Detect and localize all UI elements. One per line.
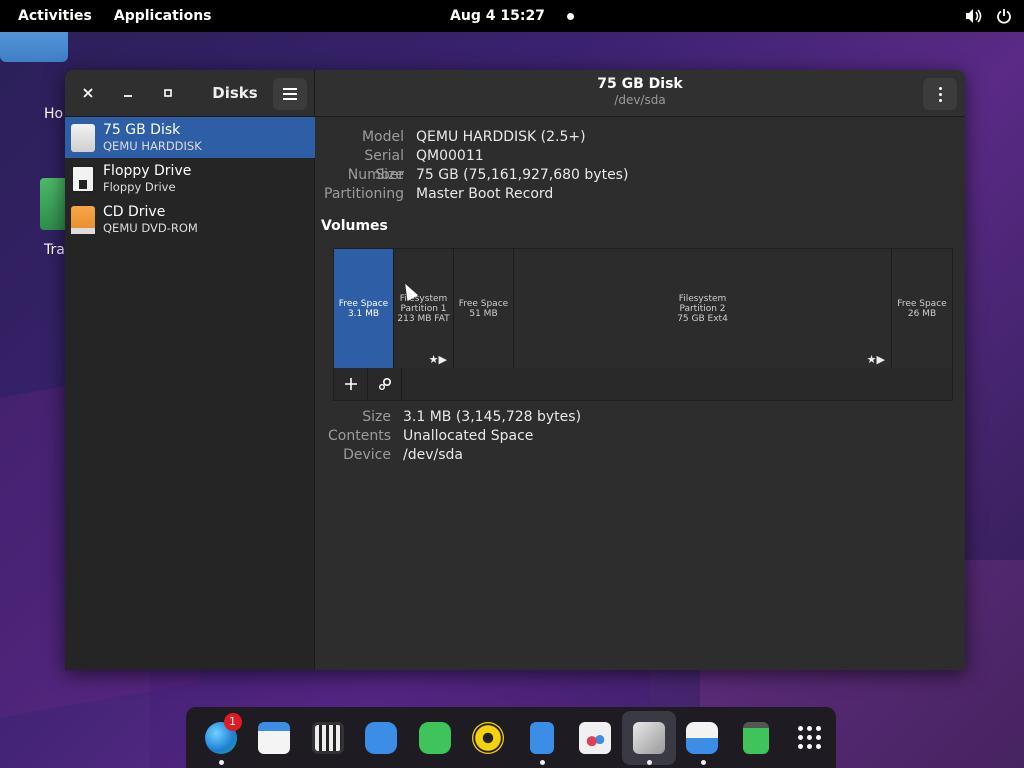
- notification-dot-icon: [566, 12, 574, 20]
- music-disc-icon: [472, 721, 505, 754]
- dock-extensions[interactable]: [355, 711, 409, 765]
- puzzle-blue-icon: [365, 721, 398, 754]
- minimize-button[interactable]: [112, 77, 144, 109]
- maximize-button[interactable]: [152, 77, 184, 109]
- close-icon: [83, 88, 93, 98]
- device-model: Floppy Drive: [103, 180, 176, 194]
- volume-toolbar: [333, 368, 953, 401]
- volume-properties: Size 3.1 MB (3,145,728 bytes) Contents Una…: [315, 408, 581, 465]
- dock-music[interactable]: [462, 711, 516, 765]
- dock-calendar[interactable]: [248, 711, 302, 765]
- dock-software[interactable]: [569, 711, 623, 765]
- mounted-star-play-icon: ★▶: [866, 353, 885, 366]
- running-indicator-icon: [647, 759, 652, 765]
- volume-segment-free-space[interactable]: Free Space 3.1 MB: [334, 249, 394, 369]
- volume-map: Free Space 3.1 MB Filesystem Partition 1…: [333, 248, 953, 369]
- maximize-icon: [164, 89, 172, 97]
- floppy-icon: [71, 164, 95, 193]
- running-indicator-icon: [700, 759, 706, 765]
- usb-icon: [686, 721, 719, 754]
- property-row: Model QEMU HARDDISK (2.5+): [361, 129, 586, 145]
- device-name: 75 GB Disk: [103, 122, 181, 138]
- volume-icon[interactable]: [964, 8, 982, 24]
- shopping-bag-icon: [579, 721, 612, 754]
- dock-usb-creator[interactable]: [676, 711, 730, 765]
- mounted-star-play-icon: ★▶: [428, 353, 447, 366]
- volume-segment-free-space[interactable]: Free Space 26 MB: [892, 249, 952, 369]
- hamburger-menu-button[interactable]: [273, 78, 307, 110]
- device-item-floppy-drive[interactable]: Floppy Drive Floppy Drive: [65, 158, 315, 199]
- close-button[interactable]: [72, 77, 104, 109]
- clock[interactable]: Aug 4 15:27: [450, 8, 545, 24]
- cd-drive-icon: [71, 205, 95, 234]
- document-icon: [529, 721, 554, 754]
- drive-options-button[interactable]: [923, 78, 957, 110]
- property-row: Size 3.1 MB (3,145,728 bytes): [362, 409, 582, 425]
- top-bar: Activities Applications Aug 4 15:27: [0, 0, 1024, 32]
- minimize-icon: [124, 95, 132, 97]
- volume-segment-free-space[interactable]: Free Space 51 MB: [454, 249, 514, 369]
- device-list: 75 GB Disk QEMU HARDDISK Floppy Drive Fl…: [65, 117, 315, 240]
- disk-details: 75 GB Disk /dev/sda Model QEMU HARDDISK (…: [315, 70, 965, 670]
- device-item-cd-drive[interactable]: CD Drive QEMU DVD-ROM: [65, 199, 315, 240]
- dock-trash[interactable]: [729, 711, 783, 765]
- device-name: CD Drive: [103, 204, 166, 220]
- trash-label[interactable]: Tra: [44, 242, 65, 258]
- puzzle-green-icon: [418, 721, 451, 754]
- create-partition-button[interactable]: [334, 368, 368, 400]
- disk-device-path: /dev/sda: [614, 93, 666, 107]
- property-row: Size 75 GB (75,161,927,680 bytes): [375, 167, 629, 183]
- device-item-75gb-disk[interactable]: 75 GB Disk QEMU HARDDISK: [65, 117, 315, 158]
- notification-badge: 1: [223, 712, 242, 731]
- dock-extension-manager[interactable]: [408, 711, 462, 765]
- home-folder-label[interactable]: Ho: [44, 106, 63, 122]
- wrench-icon: [632, 721, 665, 754]
- show-apps-button[interactable]: [783, 711, 837, 765]
- disk-properties: Model QEMU HARDDISK (2.5+) Serial Number Q…: [315, 128, 965, 204]
- device-model: QEMU HARDDISK: [103, 139, 202, 153]
- main-header: 75 GB Disk /dev/sda: [315, 70, 965, 117]
- harddisk-icon: [71, 123, 95, 152]
- calendar-icon: [258, 721, 291, 754]
- applications-menu[interactable]: Applications: [110, 0, 230, 32]
- power-icon[interactable]: [996, 8, 1012, 24]
- sidebar: Disks 75 GB Disk QEMU HARDDISK Floppy Dr…: [65, 70, 315, 670]
- archive-icon: [311, 721, 344, 754]
- disks-window: Disks 75 GB Disk QEMU HARDDISK Floppy Dr…: [65, 70, 965, 670]
- property-row: Device/dev/sda: [343, 447, 463, 463]
- plus-icon: [344, 378, 357, 390]
- recycle-bin-icon: [742, 721, 769, 754]
- volumes-heading: Volumes: [321, 218, 388, 234]
- system-tray[interactable]: [964, 0, 1012, 32]
- device-model: QEMU DVD-ROM: [103, 221, 198, 235]
- dock-disks[interactable]: [622, 710, 676, 765]
- device-name: Floppy Drive: [103, 163, 192, 179]
- disk-title: 75 GB Disk: [597, 76, 683, 92]
- sidebar-header: Disks: [65, 70, 314, 117]
- dock-browser[interactable]: 1: [194, 711, 248, 765]
- running-indicator-icon: [540, 759, 545, 765]
- dock: 1: [186, 707, 836, 768]
- app-grid-icon: [797, 726, 821, 749]
- volume-segment-partition-2[interactable]: Filesystem Partition 2 75 GB Ext4 ★▶: [514, 249, 892, 369]
- dock-files[interactable]: [515, 711, 569, 765]
- property-row: Partitioning Master Boot Record: [324, 186, 554, 202]
- volume-segment-partition-1[interactable]: Filesystem Partition 1 213 MB FAT ★▶: [394, 249, 454, 369]
- activities-button[interactable]: Activities: [0, 0, 110, 32]
- property-row: Contents Unallocated Space: [328, 428, 534, 444]
- partition-options-button[interactable]: [368, 368, 402, 400]
- dock-archive[interactable]: [301, 711, 355, 765]
- gears-icon: [378, 377, 391, 390]
- running-indicator-icon: [219, 759, 224, 765]
- app-title: Disks: [212, 84, 258, 102]
- property-row: Serial Number QM00011: [347, 148, 484, 183]
